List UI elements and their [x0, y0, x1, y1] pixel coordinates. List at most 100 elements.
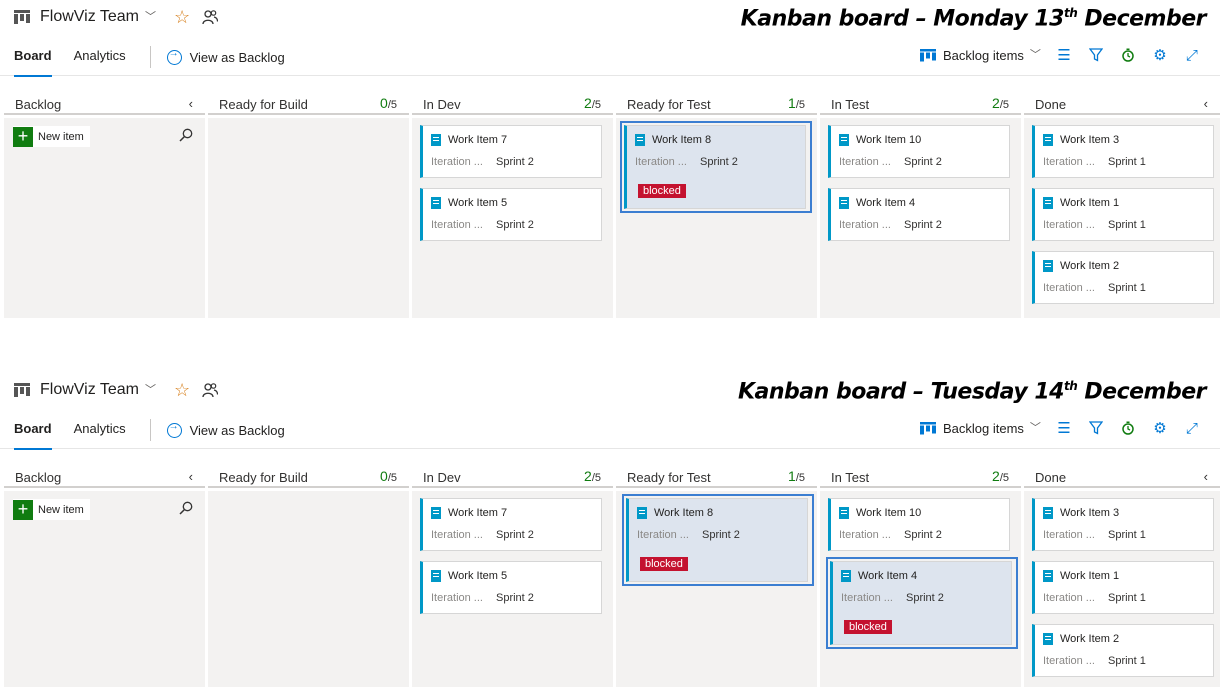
card-title-text[interactable]: Work Item 4: [856, 197, 915, 209]
column-body: + New item: [4, 118, 205, 318]
card-title-text[interactable]: Work Item 7: [448, 134, 507, 146]
star-icon[interactable]: ☆: [174, 8, 190, 26]
card-sprint: Sprint 2: [702, 529, 740, 541]
tab-analytics[interactable]: Analytics: [74, 47, 126, 67]
card-title-text[interactable]: Work Item 3: [1060, 507, 1119, 519]
work-item-card[interactable]: Work Item 1 Iteration ... Sprint 1: [1032, 188, 1214, 241]
card-title-text[interactable]: Work Item 2: [1060, 633, 1119, 645]
filter-icon[interactable]: [1087, 46, 1105, 64]
backlog-items-dropdown[interactable]: Backlog items: [943, 421, 1024, 436]
work-item-card[interactable]: Work Item 5 Iteration ... Sprint 2: [420, 188, 602, 241]
chevron-left-icon[interactable]: ‹: [1204, 96, 1208, 111]
work-item-card[interactable]: Work Item 3 Iteration ... Sprint 1: [1032, 498, 1214, 551]
card-title-text[interactable]: Work Item 7: [448, 507, 507, 519]
people-icon[interactable]: [202, 382, 219, 398]
search-icon[interactable]: [179, 501, 193, 515]
new-item-button[interactable]: + New item: [13, 126, 90, 147]
fullscreen-icon[interactable]: ⤢: [1183, 46, 1201, 64]
work-item-card[interactable]: Work Item 5 Iteration ... Sprint 2: [420, 561, 602, 614]
fullscreen-icon[interactable]: ⤢: [1183, 419, 1201, 437]
card-iteration: Iteration ...: [839, 219, 891, 231]
card-title-text[interactable]: Work Item 2: [1060, 260, 1119, 272]
board-icon: [14, 10, 30, 24]
card-title-text[interactable]: Work Item 10: [856, 134, 921, 146]
filter-icon[interactable]: [1087, 419, 1105, 437]
chevron-down-icon[interactable]: ﹀: [145, 8, 156, 24]
timer-icon[interactable]: [1119, 46, 1137, 64]
column-in-test: In Test 2/5 Work Item 10 Iteration ... S…: [820, 461, 1021, 687]
tab-analytics[interactable]: Analytics: [74, 420, 126, 440]
gear-icon[interactable]: ⚙: [1151, 46, 1169, 64]
star-icon[interactable]: ☆: [174, 381, 190, 399]
work-item-card[interactable]: Work Item 4 Iteration ... Sprint 2: [828, 188, 1010, 241]
book-icon: [431, 570, 441, 582]
card-title: Work Item 4: [839, 197, 915, 209]
work-item-card[interactable]: Work Item 2 Iteration ... Sprint 1: [1032, 624, 1214, 677]
work-item-card[interactable]: Work Item 7 Iteration ... Sprint 2: [420, 125, 602, 178]
wip-current: 1: [788, 95, 796, 111]
new-item-button[interactable]: + New item: [13, 499, 90, 520]
column-header: Ready for Test 1/5: [616, 461, 817, 488]
team-selector[interactable]: FlowViz Team ﹀ ☆: [14, 6, 219, 28]
work-item-card-blocked[interactable]: Work Item 4 Iteration ... Sprint 2 block…: [830, 561, 1012, 645]
work-item-card[interactable]: Work Item 10 Iteration ... Sprint 2: [828, 498, 1010, 551]
column-header: Ready for Build 0/5: [208, 461, 409, 488]
tab-board[interactable]: Board: [14, 420, 52, 450]
card-title-text[interactable]: Work Item 1: [1060, 570, 1119, 582]
column-done: Done ‹ Work Item 3 Iteration ... Sprint …: [1024, 88, 1220, 318]
chevron-left-icon[interactable]: ‹: [189, 469, 193, 484]
card-title-text[interactable]: Work Item 4: [858, 570, 917, 582]
team-selector[interactable]: FlowViz Team ﹀ ☆: [14, 379, 219, 401]
card-iteration: Iteration ...: [1043, 282, 1095, 294]
team-name[interactable]: FlowViz Team: [40, 8, 139, 26]
chevron-left-icon[interactable]: ‹: [189, 96, 193, 111]
card-title-text[interactable]: Work Item 10: [856, 507, 921, 519]
team-name[interactable]: FlowViz Team: [40, 381, 139, 399]
wip-count: 1/5: [788, 468, 805, 484]
work-item-card[interactable]: Work Item 10 Iteration ... Sprint 2: [828, 125, 1010, 178]
card-sprint: Sprint 2: [906, 592, 944, 604]
card-sprint: Sprint 1: [1108, 282, 1146, 294]
card-iteration: Iteration ...: [841, 592, 893, 604]
card-iteration: Iteration ...: [431, 156, 483, 168]
book-icon: [1043, 570, 1053, 582]
people-icon[interactable]: [202, 9, 219, 25]
column-ready-for-test: Ready for Test 1/5 Work Item 8 Iteration…: [616, 88, 817, 318]
card-title: Work Item 5: [431, 197, 507, 209]
view-as-backlog-link[interactable]: View as Backlog: [166, 421, 285, 438]
card-title-text[interactable]: Work Item 8: [654, 507, 713, 519]
column-header: Backlog ‹: [4, 461, 205, 488]
chevron-down-icon[interactable]: ﹀: [1030, 419, 1041, 435]
column-header: In Test 2/5: [820, 461, 1021, 488]
chevron-left-icon[interactable]: ‹: [1204, 469, 1208, 484]
backlog-items-dropdown[interactable]: Backlog items: [943, 48, 1024, 63]
column-body: Work Item 8 Iteration ... Sprint 2 block…: [616, 491, 817, 687]
work-item-card-blocked[interactable]: Work Item 8 Iteration ... Sprint 2 block…: [624, 125, 806, 209]
settings-sliders-icon[interactable]: ☰: [1055, 419, 1073, 437]
card-title: Work Item 1: [1043, 570, 1119, 582]
chevron-down-icon[interactable]: ﹀: [1030, 46, 1041, 62]
column-name: In Dev: [423, 97, 461, 112]
column-in-test: In Test 2/5 Work Item 10 Iteration ... S…: [820, 88, 1021, 318]
tab-board[interactable]: Board: [14, 47, 52, 77]
column-header: Backlog ‹: [4, 88, 205, 115]
work-item-card-blocked[interactable]: Work Item 8 Iteration ... Sprint 2 block…: [626, 498, 808, 582]
timer-icon[interactable]: [1119, 419, 1137, 437]
search-icon[interactable]: [179, 128, 193, 142]
work-item-card[interactable]: Work Item 7 Iteration ... Sprint 2: [420, 498, 602, 551]
gear-icon[interactable]: ⚙: [1151, 419, 1169, 437]
chevron-down-icon[interactable]: ﹀: [145, 381, 156, 397]
card-title-text[interactable]: Work Item 1: [1060, 197, 1119, 209]
work-item-card[interactable]: Work Item 1 Iteration ... Sprint 1: [1032, 561, 1214, 614]
view-as-backlog-link[interactable]: View as Backlog: [166, 48, 285, 65]
card-title-text[interactable]: Work Item 5: [448, 197, 507, 209]
card-title-text[interactable]: Work Item 3: [1060, 134, 1119, 146]
book-icon: [1043, 507, 1053, 519]
work-item-card[interactable]: Work Item 3 Iteration ... Sprint 1: [1032, 125, 1214, 178]
settings-sliders-icon[interactable]: ☰: [1055, 46, 1073, 64]
card-title-text[interactable]: Work Item 8: [652, 134, 711, 146]
column-header: Ready for Build 0/5: [208, 88, 409, 115]
card-iteration: Iteration ...: [1043, 219, 1095, 231]
work-item-card[interactable]: Work Item 2 Iteration ... Sprint 1: [1032, 251, 1214, 304]
card-title-text[interactable]: Work Item 5: [448, 570, 507, 582]
